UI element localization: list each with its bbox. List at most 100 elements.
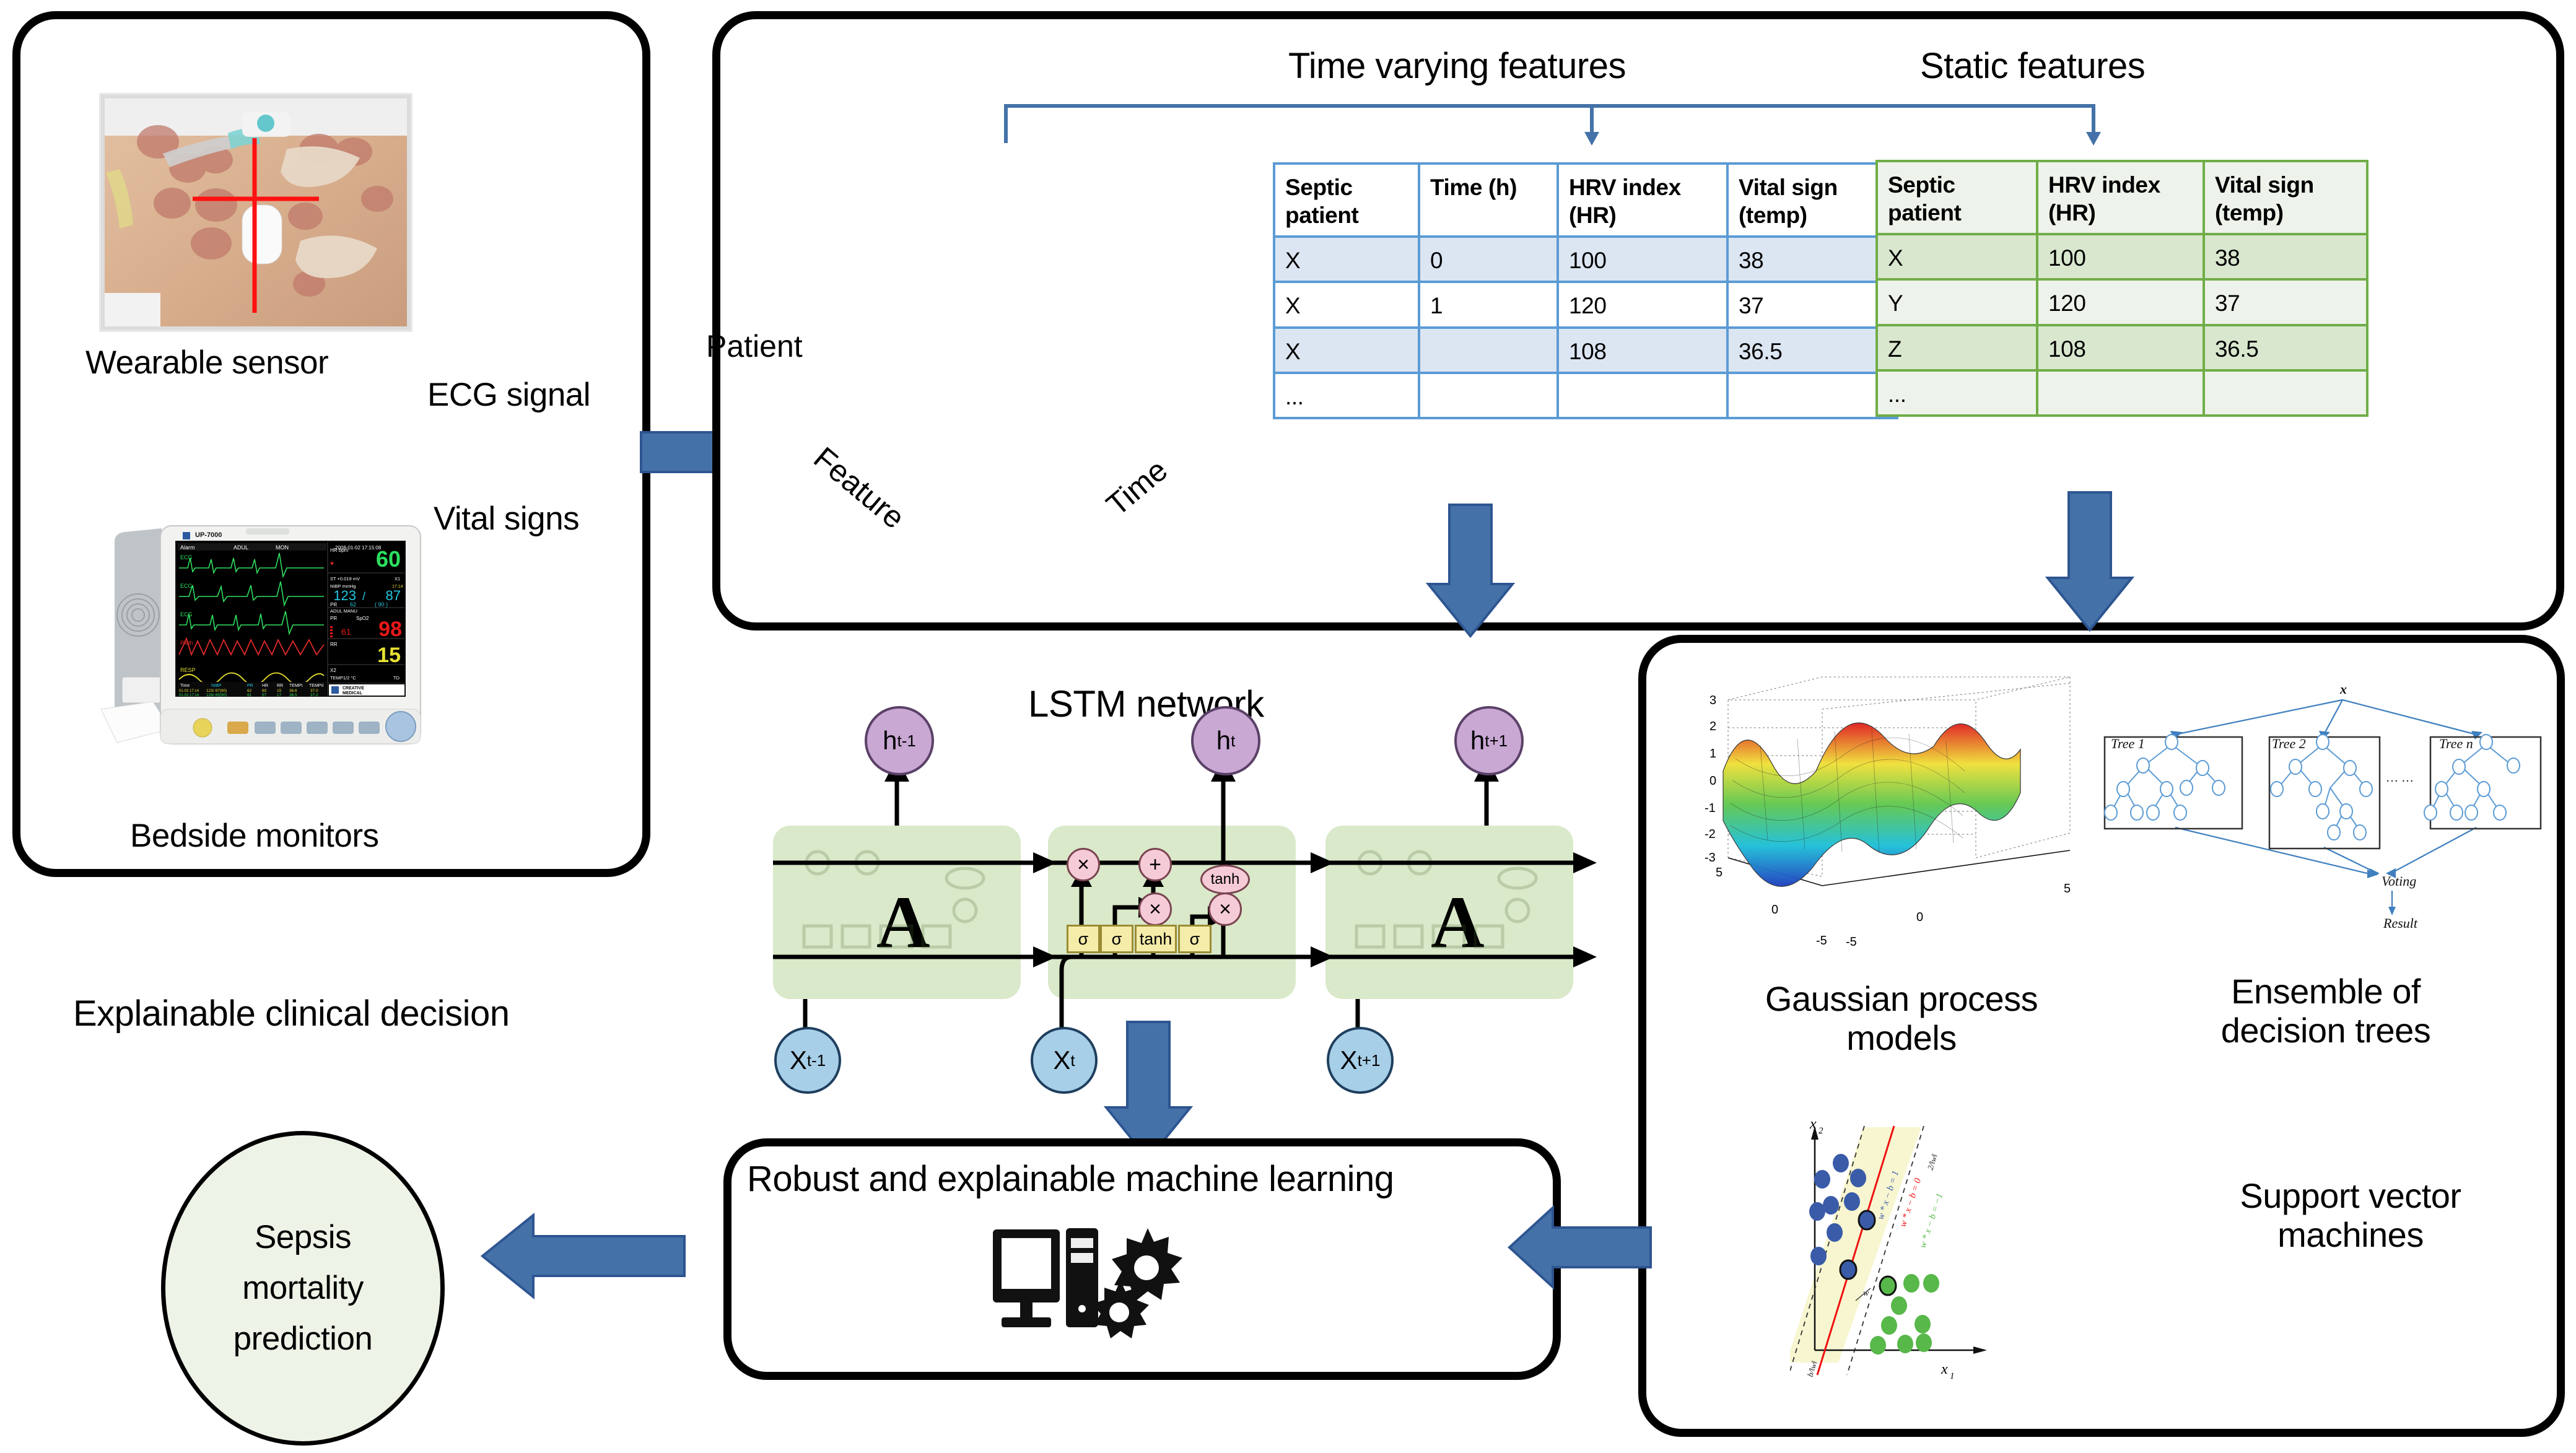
lstm-gate-candidate: tanh xyxy=(1135,925,1177,953)
svg-text:Time: Time xyxy=(180,684,190,688)
lstm-output-node-t+1: h t+1 xyxy=(1454,706,1524,775)
cell: 0 xyxy=(1418,235,1559,284)
sepsis-mortality-prediction-outcome: Sepsis mortality prediction xyxy=(161,1131,445,1446)
cell: 100 xyxy=(1557,235,1729,284)
cell: X xyxy=(1273,281,1420,329)
table-header-row: Septic patient Time (h) HRV index (HR) V… xyxy=(1273,162,1898,238)
cell xyxy=(1418,326,1559,374)
svg-text:X2: X2 xyxy=(330,668,336,673)
svg-text:x: x xyxy=(1941,1361,1948,1377)
lstm-output-label: h xyxy=(883,726,897,755)
svg-text:0: 0 xyxy=(1709,774,1716,788)
svg-text:123/ 87(90): 123/ 87(90) xyxy=(206,689,227,693)
svg-text:UP-7000: UP-7000 xyxy=(195,531,222,539)
col-hrv-index: HRV index (HR) xyxy=(1557,162,1729,238)
svg-text:/: / xyxy=(362,590,365,603)
cell xyxy=(1726,371,1898,419)
arrow-ml-panel-to-ml-box xyxy=(1508,1202,1652,1301)
svg-text:3: 3 xyxy=(1709,694,1716,707)
bedside-monitors-label: Bedside monitors xyxy=(130,818,379,854)
arrow-time-varying-to-lstm xyxy=(1418,504,1524,641)
svg-text:TEMPI: TEMPI xyxy=(289,684,302,688)
svg-text:61: 61 xyxy=(341,627,351,637)
svg-text:87: 87 xyxy=(386,588,401,603)
lstm-output-sub: t+1 xyxy=(1485,731,1508,750)
svg-text:60: 60 xyxy=(376,546,401,572)
svg-text:15: 15 xyxy=(377,644,401,667)
outcome-text: Sepsis mortality prediction xyxy=(233,1218,373,1358)
col-vital-sign: Vital sign (temp) xyxy=(2203,159,2369,236)
svg-text:ECG: ECG xyxy=(180,583,193,589)
arrow-ml-box-to-outcome xyxy=(474,1208,686,1307)
svm-label: Support vector machines xyxy=(2240,1176,2461,1254)
svg-text:5: 5 xyxy=(1716,866,1722,879)
static-features-table: Septic patient HRV index (HR) Vital sign… xyxy=(1875,159,2369,417)
svg-text:( 90 ): ( 90 ) xyxy=(375,601,388,608)
cell: 100 xyxy=(2036,233,2205,281)
svg-text:RESP: RESP xyxy=(180,667,196,673)
svg-text:2: 2 xyxy=(1709,720,1716,733)
svg-text:ADUL: ADUL xyxy=(234,544,248,551)
svg-text:62: 62 xyxy=(247,689,252,693)
cell: Z xyxy=(1875,323,2038,372)
svg-text:Alarm: Alarm xyxy=(180,544,195,551)
svg-text:0: 0 xyxy=(1771,903,1778,917)
table-row: X 100 38 xyxy=(1875,233,2369,281)
svg-text:-5: -5 xyxy=(1816,934,1827,948)
svg-text:2: 2 xyxy=(1818,1126,1823,1136)
gaussian-process-label: Gaussian process models xyxy=(1765,979,2038,1057)
wearable-sensor-photo xyxy=(99,93,413,332)
svg-text:1: 1 xyxy=(1709,747,1716,761)
cell: Y xyxy=(1875,278,2038,326)
lstm-input-sub: t-1 xyxy=(806,1050,826,1070)
col-vital-sign: Vital sign (temp) xyxy=(1726,162,1898,238)
svm-plot: x2 x1 w * x − b = 1 w * x − b = 0 w * x … xyxy=(1786,1115,2087,1387)
lstm-output-label: h xyxy=(1216,726,1231,755)
cell: 120 xyxy=(1557,281,1729,329)
lstm-input-node-t+1: Xt+1 xyxy=(1327,1027,1394,1094)
cell xyxy=(1418,371,1559,419)
lstm-cell-label-left: A xyxy=(876,881,930,963)
svg-text:60: 60 xyxy=(262,689,267,693)
svg-text:61: 61 xyxy=(247,693,252,697)
svg-text:RR: RR xyxy=(330,642,338,647)
svg-text:SpO2: SpO2 xyxy=(356,616,369,621)
ml-box-title: Robust and explainable machine learning xyxy=(747,1159,1394,1199)
svg-text:1: 1 xyxy=(1950,1371,1955,1381)
lstm-input-label: X xyxy=(1053,1045,1071,1075)
svg-text:MON: MON xyxy=(276,544,289,551)
svg-text:-5: -5 xyxy=(1846,935,1857,949)
lstm-tanh-node: tanh xyxy=(1200,865,1250,894)
table-row: Z 108 36.5 xyxy=(1875,323,2369,372)
svg-text:2/‖w‖: 2/‖w‖ xyxy=(1926,1153,1939,1171)
svg-text:98: 98 xyxy=(378,617,402,641)
cell xyxy=(1557,371,1729,419)
lstm-op-add: + xyxy=(1138,848,1172,881)
lstm-op-multiply-input: × xyxy=(1138,892,1172,926)
svg-text:5: 5 xyxy=(2064,882,2071,896)
lstm-output-label: h xyxy=(1470,726,1485,755)
svg-text:15: 15 xyxy=(277,689,282,693)
lstm-input-node-t: Xt xyxy=(1031,1027,1098,1094)
svg-text:… …: … … xyxy=(2386,771,2414,785)
vital-signs-label: Vital signs xyxy=(434,500,580,537)
lstm-output-node-t-1: h t-1 xyxy=(865,706,934,775)
svg-text:37.2: 37.2 xyxy=(310,693,318,697)
svg-text:w * x − b = 0: w * x − b = 0 xyxy=(1898,1177,1924,1228)
svg-text:57: 57 xyxy=(262,693,267,697)
cell: X xyxy=(1273,326,1420,374)
table-row: X 0 100 38 xyxy=(1273,235,1898,284)
svg-text:Voting: Voting xyxy=(2382,873,2416,889)
table-row: X 108 36.5 xyxy=(1273,326,1898,374)
wearable-sensor-label: Wearable sensor xyxy=(85,344,329,381)
svg-text:CREATIVE: CREATIVE xyxy=(343,686,364,691)
svg-text:01-02 17:14: 01-02 17:14 xyxy=(179,689,199,693)
static-features-header: Static features xyxy=(1920,46,2146,86)
lstm-cell-label-right: A xyxy=(1431,881,1485,963)
svg-text:37.0: 37.0 xyxy=(310,689,318,693)
svg-text:HR bpm: HR bpm xyxy=(330,548,349,553)
table-row: Y 120 37 xyxy=(1875,278,2369,326)
lstm-input-sub: t+1 xyxy=(1357,1050,1381,1070)
svg-text:HR: HR xyxy=(262,684,268,688)
svg-text:01-02 17:14: 01-02 17:14 xyxy=(179,694,199,697)
